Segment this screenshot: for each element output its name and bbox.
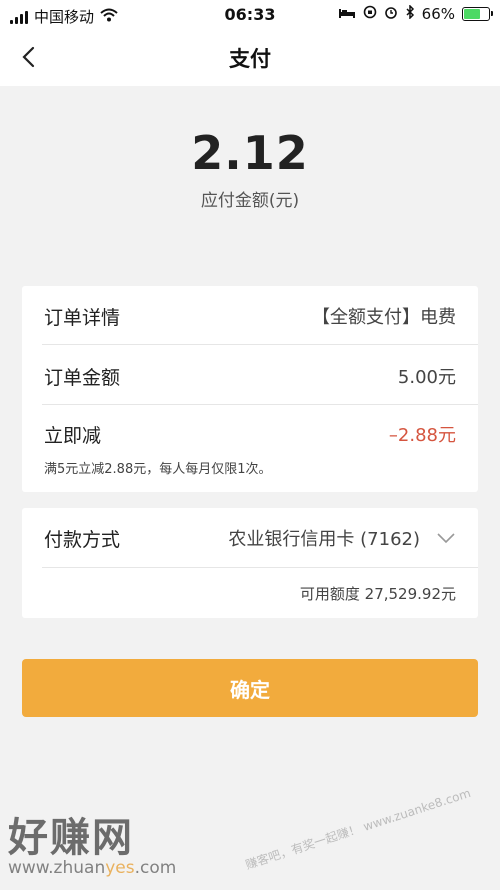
discount-value: –2.88元 bbox=[388, 425, 456, 446]
discount-note: 满5元立减2.88元，每人每月仅限1次。 bbox=[44, 462, 272, 477]
order-detail-row: 订单详情 【全额支付】电费 bbox=[22, 298, 478, 334]
payment-method-row[interactable]: 付款方式 农业银行信用卡 (7162) bbox=[22, 520, 478, 556]
watermark-url: www.zhuanyes.com bbox=[8, 858, 177, 878]
watermark-logo-text: 好赚网 bbox=[8, 815, 134, 861]
payable-amount: 2.12 bbox=[191, 126, 309, 180]
battery-icon bbox=[462, 7, 493, 21]
payment-method-card: 付款方式 农业银行信用卡 (7162) 可用额度 27,529.92元 bbox=[22, 508, 478, 618]
payment-method-selector[interactable]: 农业银行信用卡 (7162) bbox=[228, 525, 456, 551]
watermark-side-text: 赚客吧，有奖一起赚！ www.zuanke8.com bbox=[243, 785, 473, 873]
status-right: 66% bbox=[338, 4, 493, 23]
rotation-lock-icon bbox=[363, 5, 377, 23]
alarm-icon bbox=[384, 5, 398, 23]
order-detail-label: 订单详情 bbox=[44, 306, 121, 329]
payment-method-label: 付款方式 bbox=[44, 528, 121, 551]
order-info-card: 订单详情 【全额支付】电费 订单金额 5.00元 立即减 –2.88元 满5元立… bbox=[22, 286, 478, 492]
divider bbox=[42, 344, 478, 345]
discount-row: 立即减 –2.88元 bbox=[22, 416, 478, 452]
divider bbox=[42, 567, 478, 568]
order-detail-value: 【全额支付】电费 bbox=[312, 307, 456, 328]
page-title: 支付 bbox=[229, 47, 271, 71]
nav-bar: 支付 bbox=[0, 30, 500, 86]
available-credit: 可用额度 27,529.92元 bbox=[299, 585, 456, 603]
discount-label: 立即减 bbox=[44, 424, 102, 447]
confirm-button[interactable]: 确定 bbox=[22, 659, 478, 717]
chevron-down-icon bbox=[437, 533, 455, 544]
chevron-left-icon bbox=[22, 46, 35, 68]
payment-method-value: 农业银行信用卡 (7162) bbox=[228, 529, 420, 550]
watermark: 好赚网 www.zhuanyes.com 赚客吧，有奖一起赚！ www.zuan… bbox=[0, 786, 500, 890]
status-bar: 中国移动 06:33 66% bbox=[0, 0, 500, 30]
order-amount-row: 订单金额 5.00元 bbox=[22, 358, 478, 394]
battery-percent: 66% bbox=[421, 5, 455, 23]
payable-amount-block: 2.12 应付金额(元) bbox=[0, 86, 500, 286]
order-amount-label: 订单金额 bbox=[44, 366, 121, 389]
bluetooth-icon bbox=[405, 4, 415, 23]
divider bbox=[42, 404, 478, 405]
payable-amount-label: 应付金额(元) bbox=[200, 191, 300, 211]
bed-icon bbox=[338, 5, 356, 23]
back-button[interactable] bbox=[14, 42, 44, 72]
order-amount-value: 5.00元 bbox=[397, 367, 456, 388]
